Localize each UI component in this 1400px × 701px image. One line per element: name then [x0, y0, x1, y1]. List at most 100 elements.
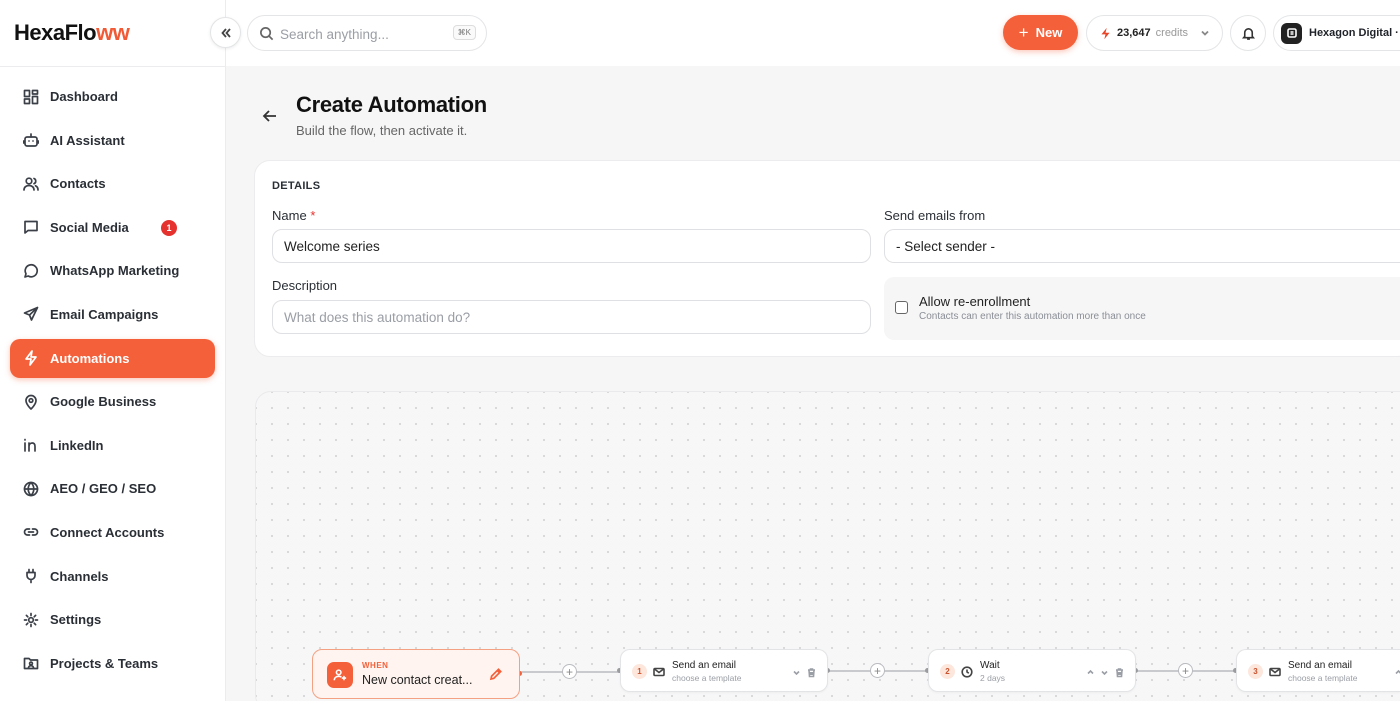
sidebar-item-label: Channels [50, 568, 109, 584]
move-down-button[interactable] [1099, 665, 1110, 676]
trigger-when-label: WHEN [362, 661, 389, 670]
delete-step-button[interactable] [1114, 665, 1125, 678]
chevron-down-icon [1201, 30, 1209, 36]
description-label: Description [272, 278, 338, 293]
gear-icon [22, 611, 40, 629]
search-input[interactable] [280, 24, 450, 44]
clock-icon [961, 665, 973, 678]
building-icon [1286, 28, 1297, 38]
account-avatar [1281, 22, 1302, 44]
sender-select[interactable]: - Select sender - [884, 229, 1400, 263]
sidebar-item-label: Contacts [50, 176, 106, 192]
linkedin-icon [22, 436, 40, 454]
sidebar-item-google-business[interactable]: Google Business [10, 382, 215, 421]
name-label: Name * [272, 208, 315, 223]
sidebar-item-label: LinkedIn [50, 437, 104, 453]
flow-step-wait[interactable]: 2 Wait 2 days [928, 649, 1136, 692]
reenroll-title: Allow re-enrollment [919, 294, 1031, 309]
step-number: 2 [940, 664, 955, 679]
sidebar-item-label: Google Business [50, 394, 157, 410]
name-field[interactable] [272, 229, 871, 263]
description-field[interactable] [272, 300, 871, 334]
search-bar[interactable]: ⌘K [247, 15, 487, 51]
add-step-button[interactable]: + [562, 664, 577, 679]
sidebar-item-label: AI Assistant [50, 132, 125, 148]
credits-value: 23,647 [1117, 27, 1151, 39]
reenroll-description: Contacts can enter this automation more … [919, 311, 1146, 322]
back-button[interactable] [261, 107, 279, 125]
credits-dropdown[interactable]: 23,647 credits [1086, 15, 1223, 51]
add-step-button[interactable]: + [870, 663, 885, 678]
logo-text: HexaFlo [14, 20, 97, 45]
trash-icon [1116, 668, 1123, 678]
page-subtitle: Build the flow, then activate it. [296, 123, 468, 138]
sidebar-item-settings[interactable]: Settings [10, 600, 215, 639]
sidebar-item-dashboard[interactable]: Dashboard [10, 77, 215, 116]
chat-square-icon [22, 218, 40, 236]
required-marker: * [310, 208, 316, 223]
details-section-label: DETAILS [272, 180, 321, 192]
logo-accent: ww [96, 20, 130, 45]
move-up-button[interactable] [1085, 665, 1096, 676]
flow-step-send-email[interactable]: 1 Send an email choose a template [620, 649, 828, 692]
map-pin-icon [22, 393, 40, 411]
divider [0, 66, 226, 67]
bolt-icon [1101, 27, 1110, 39]
sidebar-item-label: Connect Accounts [50, 524, 165, 540]
add-step-button[interactable]: + [1178, 663, 1193, 678]
collapse-sidebar-button[interactable] [210, 17, 241, 48]
sidebar-item-channels[interactable]: Channels [10, 557, 215, 596]
send-icon [22, 305, 40, 323]
edit-trigger-button[interactable] [489, 667, 503, 681]
account-name: Hexagon Digital · D [1309, 27, 1400, 39]
robot-icon [22, 131, 40, 149]
move-up-button[interactable] [1393, 665, 1400, 676]
users-icon [22, 175, 40, 193]
step-number: 1 [632, 664, 647, 679]
page-title: Create Automation [296, 92, 487, 117]
reenroll-checkbox[interactable] [895, 301, 908, 314]
logo[interactable]: HexaFloww [14, 20, 130, 46]
sidebar-item-whatsapp-marketing[interactable]: WhatsApp Marketing [10, 251, 215, 290]
sidebar-item-connect-accounts[interactable]: Connect Accounts [10, 513, 215, 552]
new-button[interactable]: + New [1003, 15, 1078, 50]
dashboard-icon [22, 88, 40, 106]
delete-step-button[interactable] [806, 665, 817, 678]
sidebar-nav: Dashboard AI Assistant Contacts Social M… [10, 77, 215, 687]
bell-icon [1241, 27, 1255, 40]
name-label-text: Name [272, 208, 307, 223]
sidebar-item-contacts[interactable]: Contacts [10, 164, 215, 203]
flow-step-send-email[interactable]: 3 Send an email choose a template [1236, 649, 1400, 692]
trigger-node[interactable]: WHEN New contact creat... [312, 649, 520, 699]
chevron-up-icon [1087, 669, 1094, 675]
sidebar-item-label: Dashboard [50, 89, 118, 104]
mail-icon [1269, 665, 1281, 677]
link-icon [22, 523, 40, 541]
sidebar-item-projects-teams[interactable]: Projects & Teams [10, 644, 215, 683]
sidebar-item-automations[interactable]: Automations [10, 338, 215, 378]
sidebar-item-social-media[interactable]: Social Media 1 [10, 208, 215, 247]
pencil-icon [489, 668, 502, 681]
sidebar-item-email-campaigns[interactable]: Email Campaigns [10, 295, 215, 334]
sidebar-item-label: WhatsApp Marketing [50, 263, 180, 279]
account-switcher[interactable]: Hexagon Digital · D [1273, 15, 1400, 51]
sidebar-item-ai-assistant[interactable]: AI Assistant [10, 121, 215, 160]
globe-icon [22, 480, 40, 498]
notifications-button[interactable] [1230, 15, 1266, 51]
trash-icon [808, 668, 815, 678]
plug-icon [22, 567, 40, 585]
double-chevron-left-icon [220, 27, 231, 38]
move-down-button[interactable] [791, 665, 802, 676]
shortcut-hint: ⌘K [452, 25, 476, 40]
trigger-name: New contact creat... [362, 673, 473, 687]
step-subtitle: choose a template [672, 673, 742, 683]
step-title: Send an email [1288, 660, 1352, 671]
sidebar-item-aeo-geo-seo[interactable]: AEO / GEO / SEO [10, 469, 215, 508]
sidebar-item-linkedin[interactable]: LinkedIn [10, 426, 215, 465]
sidebar-item-label: Email Campaigns [50, 306, 159, 322]
step-title: Wait [980, 660, 1000, 671]
chevron-up-icon [1395, 669, 1400, 675]
step-number: 3 [1248, 664, 1263, 679]
step-title: Send an email [672, 660, 736, 671]
arrow-left-icon [262, 110, 276, 122]
